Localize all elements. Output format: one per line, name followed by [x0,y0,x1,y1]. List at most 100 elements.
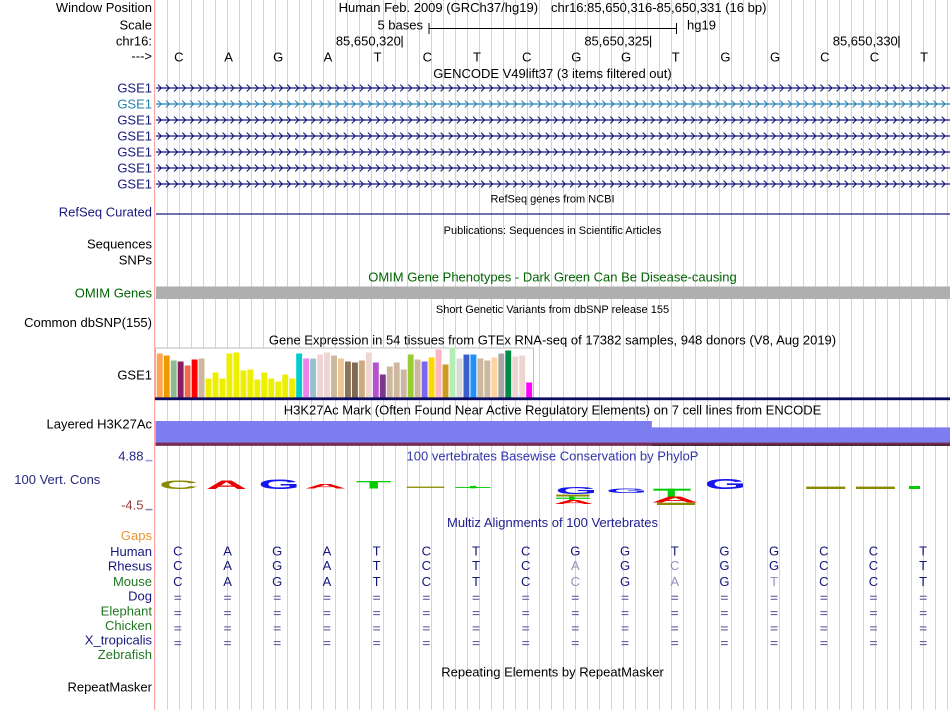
svg-text:C: C [521,558,530,573]
svg-text:G: G [620,574,630,589]
svg-text:A: A [323,558,332,573]
svg-text:C: C [870,50,879,65]
svg-text:100 Vert. Cons: 100 Vert. Cons [14,472,100,487]
svg-text:G: G [719,574,729,589]
svg-text:85,650,330: 85,650,330 [833,34,898,49]
svg-text:T: T [920,50,928,65]
svg-text:A: A [223,543,232,558]
svg-text:C: C [521,543,530,558]
svg-text:Short Genetic Variants from db: Short Genetic Variants from dbSNP releas… [436,304,669,316]
svg-text:A: A [670,574,679,589]
svg-text:Rhesus: Rhesus [108,559,153,574]
svg-text:A: A [304,483,346,490]
svg-text:C: C [869,574,878,589]
svg-text:C: C [670,558,679,573]
svg-text:A: A [206,478,248,492]
svg-text:T: T [671,543,679,558]
svg-text:T: T [472,543,480,558]
svg-text:C: C [173,543,182,558]
svg-text:G: G [273,50,283,65]
svg-text:RefSeq Curated: RefSeq Curated [59,205,152,220]
svg-text:G: G [570,543,580,558]
svg-text:Layered H3K27Ac: Layered H3K27Ac [46,417,152,432]
svg-text:T: T [374,50,382,65]
svg-text:Chicken: Chicken [105,618,152,633]
svg-text:100 vertebrates Basewise Conse: 100 vertebrates Basewise Conservation by… [407,449,699,464]
svg-text:G: G [606,488,647,495]
svg-text:G: G [719,543,729,558]
svg-text:C: C [820,50,829,65]
svg-text:chr16:: chr16: [116,34,152,49]
svg-text:T: T [672,50,680,65]
svg-text:C: C [819,558,828,573]
svg-text:C: C [869,543,878,558]
svg-text:T: T [356,479,392,491]
svg-text:H3K27Ac Mark (Often Found Near: H3K27Ac Mark (Often Found Near Active Re… [284,403,822,418]
svg-text:T: T [373,543,381,558]
svg-text:GSE1: GSE1 [117,81,152,96]
svg-text:85,650,320: 85,650,320 [336,34,401,49]
svg-text:C: C [869,558,878,573]
svg-text:Dog: Dog [128,589,152,604]
svg-text:G: G [620,543,630,558]
svg-text:OMIM Gene Phenotypes - Dark Gr: OMIM Gene Phenotypes - Dark Green Can Be… [368,270,737,285]
svg-text:Gene Expression in 54 tissues: Gene Expression in 54 tissues from GTEx … [269,333,836,348]
svg-text:-4.5: -4.5 [121,498,143,513]
svg-text:C: C [173,574,182,589]
svg-text:GSE1: GSE1 [117,161,152,176]
svg-text:C: C [522,50,531,65]
svg-text:C: C [173,558,182,573]
svg-text:T: T [473,50,481,65]
svg-text:Elephant: Elephant [101,604,153,619]
svg-text:G: G [259,477,300,493]
svg-text:GSE1: GSE1 [117,368,152,383]
svg-text:G: G [272,543,282,558]
svg-text:GSE1: GSE1 [117,129,152,144]
svg-text:Repeating Elements by RepeatMa: Repeating Elements by RepeatMasker [441,665,664,680]
svg-text:Zebrafish: Zebrafish [98,647,152,662]
svg-text:C: C [423,50,432,65]
svg-text:C: C [422,574,431,589]
svg-text:A: A [571,558,580,573]
svg-text:C: C [422,558,431,573]
svg-text:Human Feb. 2009 (GRCh37/hg19): Human Feb. 2009 (GRCh37/hg19) chr16:85,6… [339,0,767,15]
svg-text:SNPs: SNPs [119,253,153,268]
svg-text:G: G [720,50,730,65]
svg-text:A: A [553,499,594,505]
svg-text:T: T [770,574,778,589]
svg-text:C: C [422,543,431,558]
svg-text:GSE1: GSE1 [117,145,152,160]
svg-text:--->: ---> [131,49,152,64]
svg-text:RepeatMasker: RepeatMasker [67,680,152,695]
svg-text:A: A [324,50,333,65]
svg-text:A: A [323,543,332,558]
svg-text:hg19: hg19 [687,18,716,33]
svg-text:G: G [769,558,779,573]
svg-text:Multiz Alignments of 100 Verte: Multiz Alignments of 100 Vertebrates [447,515,659,530]
svg-text:T: T [472,558,480,573]
svg-text:T: T [919,574,927,589]
svg-text:Publications: Sequences in Sci: Publications: Sequences in Scientific Ar… [444,225,662,237]
svg-text:Sequences: Sequences [87,237,153,252]
svg-text:85,650,325: 85,650,325 [584,34,649,49]
svg-text:T: T [373,574,381,589]
svg-text:5 bases: 5 bases [377,18,423,33]
svg-text:Gaps: Gaps [121,528,153,543]
svg-text:G: G [272,558,282,573]
svg-text:Scale: Scale [119,18,152,33]
svg-text:T: T [919,543,927,558]
svg-text:G: G [571,50,581,65]
svg-text:G: G [620,558,630,573]
svg-text:RefSeq genes from NCBI: RefSeq genes from NCBI [490,194,614,206]
svg-text:C: C [819,543,828,558]
svg-text:T: T [373,558,381,573]
svg-text:Common dbSNP(155): Common dbSNP(155) [24,315,152,330]
svg-text:C: C [159,478,198,492]
svg-text:Human: Human [110,544,152,559]
svg-text:GSE1: GSE1 [117,97,152,112]
svg-text:Window Position: Window Position [56,0,152,15]
svg-text:T: T [472,574,480,589]
svg-text:4.88: 4.88 [118,449,143,464]
svg-text:OMIM Genes: OMIM Genes [75,286,153,301]
svg-text:GENCODE V49lift37 (3 items fil: GENCODE V49lift37 (3 items filtered out) [433,66,671,81]
